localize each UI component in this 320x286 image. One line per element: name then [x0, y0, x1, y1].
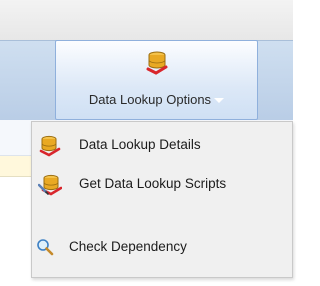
menu-item-get-data-lookup-scripts[interactable]: Get Data Lookup Scripts — [32, 166, 292, 202]
menu-item-label: Check Dependency — [69, 239, 187, 254]
database-lookup-icon — [146, 51, 168, 75]
top-toolbar-area — [0, 0, 293, 40]
menu-item-check-dependency[interactable]: Check Dependency — [32, 229, 292, 265]
button-label-text: Data Lookup Options — [88, 92, 212, 107]
dropdown-menu: Data Lookup Details Get Data Lookup Scri… — [31, 121, 293, 278]
magnifier-icon — [37, 239, 54, 256]
database-details-icon — [39, 135, 61, 157]
data-lookup-options-label: Data Lookup Options — [56, 92, 257, 107]
database-script-icon — [38, 174, 62, 196]
menu-item-label: Data Lookup Details — [79, 137, 201, 152]
data-lookup-options-button[interactable]: Data Lookup Options — [55, 40, 258, 120]
menu-item-label: Get Data Lookup Scripts — [79, 176, 227, 191]
menu-item-data-lookup-details[interactable]: Data Lookup Details — [32, 127, 292, 163]
chevron-down-icon — [214, 98, 225, 104]
